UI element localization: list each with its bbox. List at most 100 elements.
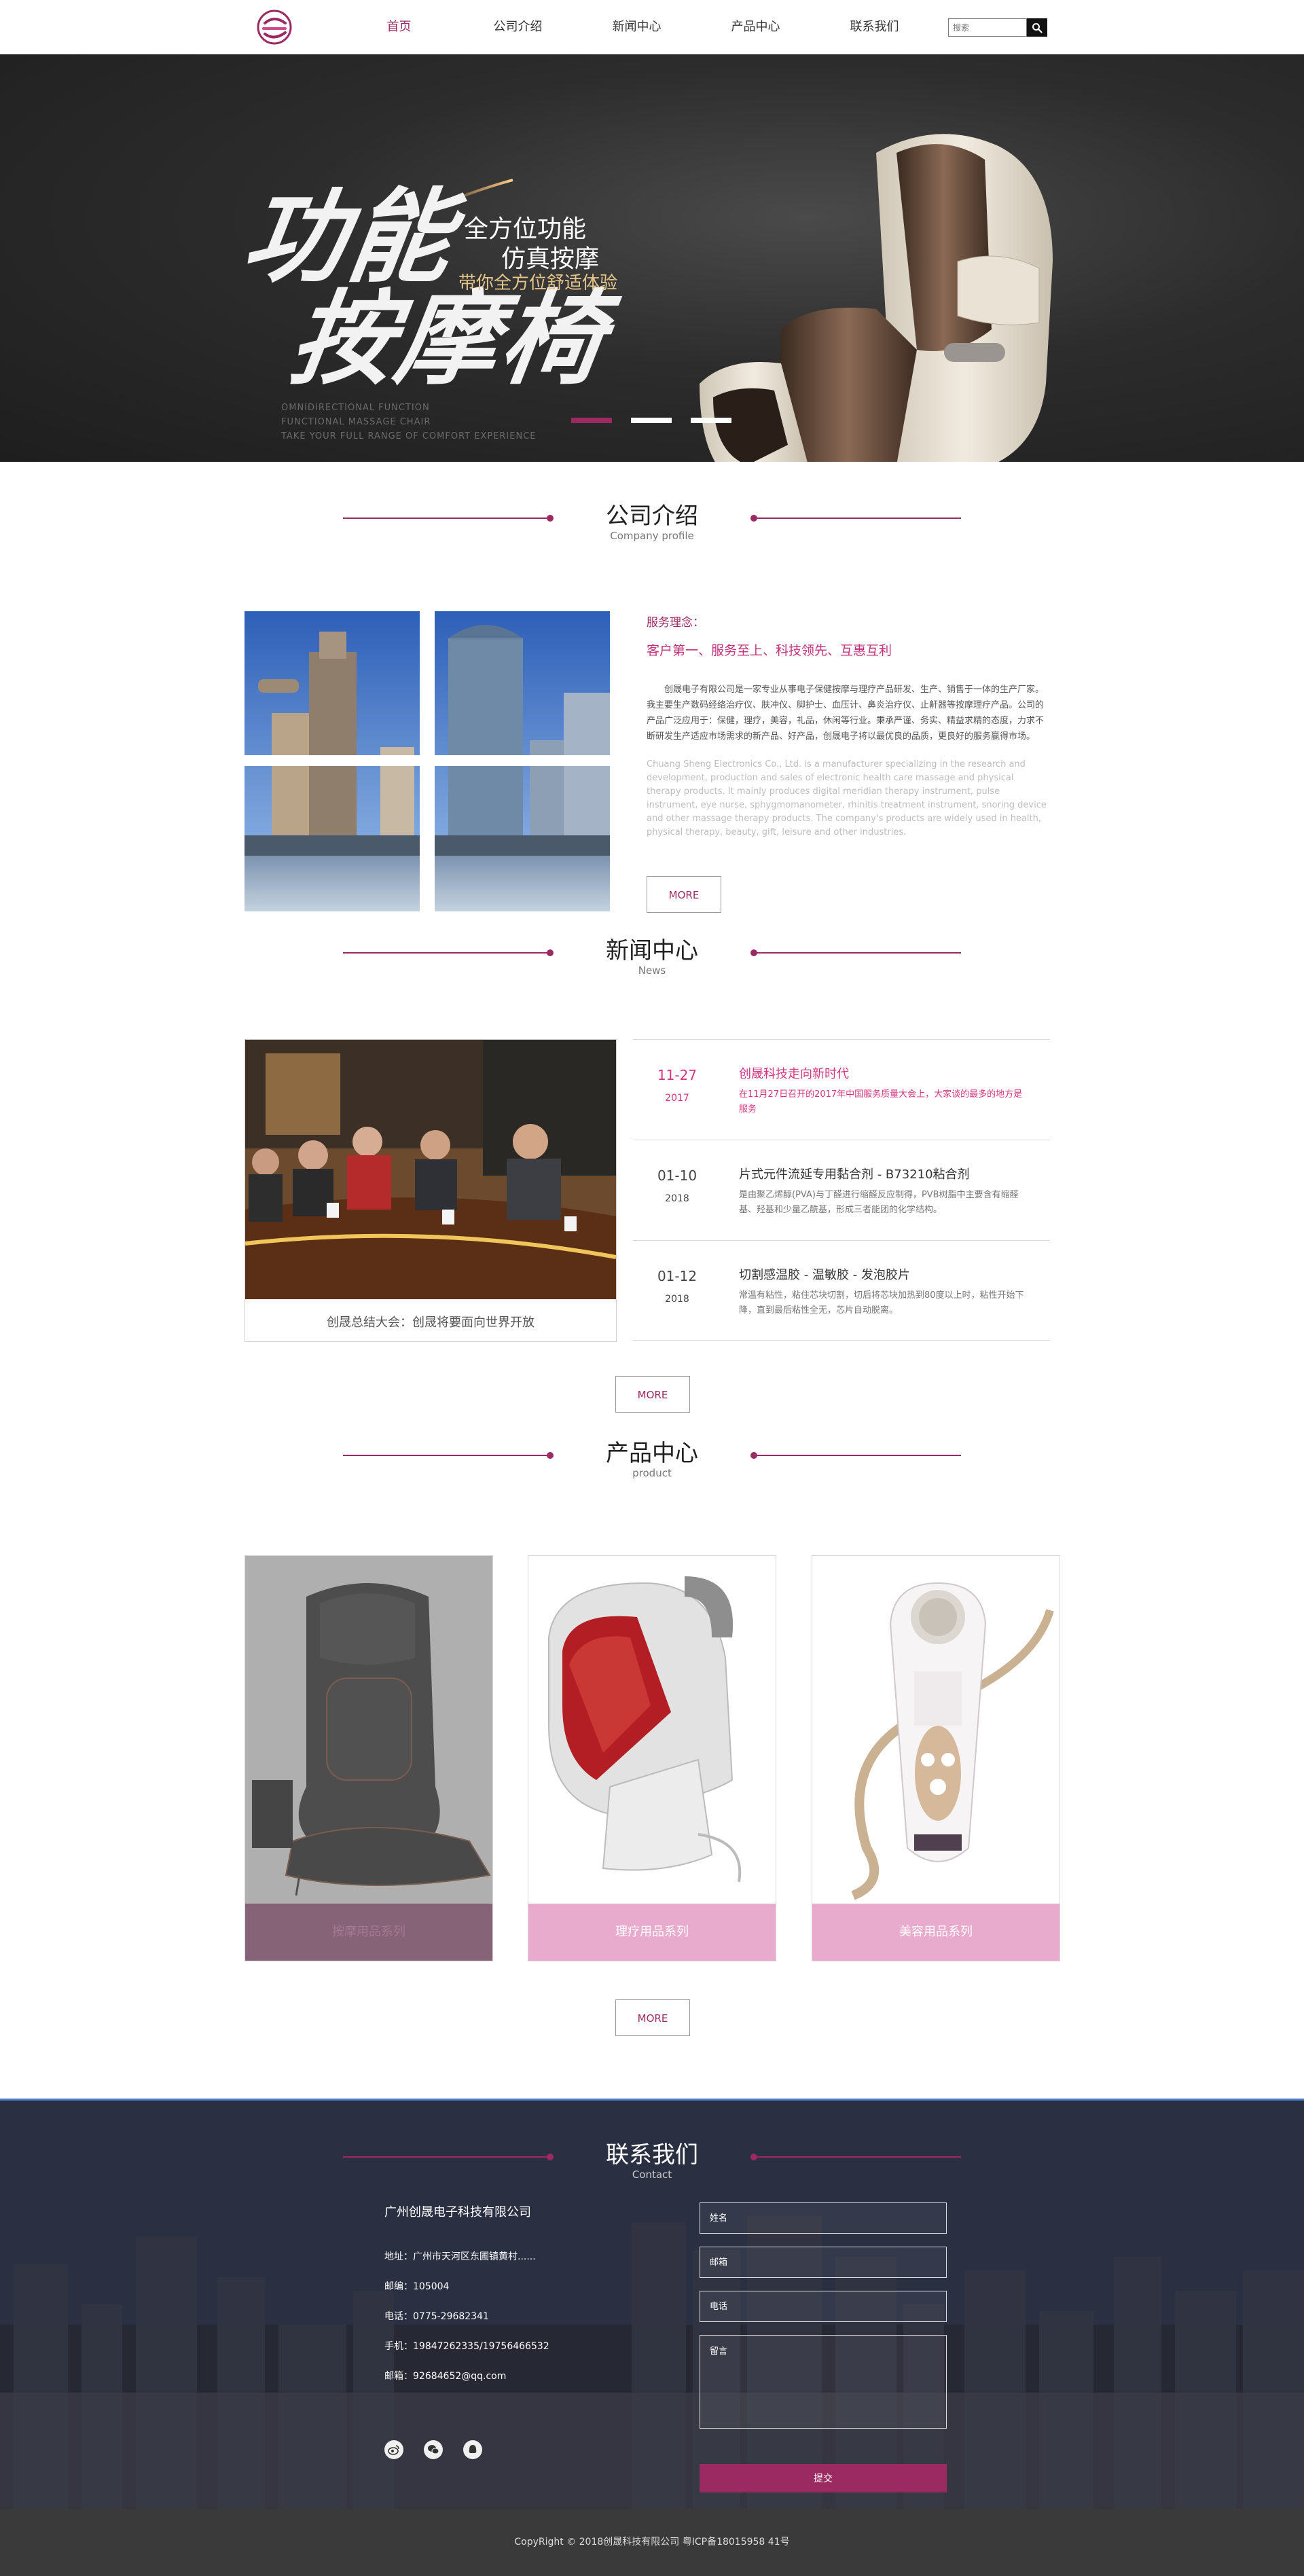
products-subtitle: product [632, 1467, 672, 1479]
contact-title: 联系我们 [606, 2141, 698, 2169]
weibo-icon[interactable] [384, 2440, 403, 2459]
news-description: 常温有粘性，粘住芯块切割，切后将芯块加热到80度以上时，粘性开始下降，直到最后粘… [739, 1290, 1024, 1316]
slide-dot-1[interactable] [571, 418, 612, 423]
product-card-beauty[interactable]: 美容用品系列 [812, 1555, 1060, 1961]
about-description-cn: 创晟电子有限公司是一家专业从事电子保健按摩与理疗产品研发、生产、销售于一体的生产… [647, 685, 1045, 742]
beauty-device-image [812, 1556, 1060, 1905]
about-subtitle: Company profile [610, 530, 694, 542]
heading-dot-right [750, 2154, 757, 2160]
copyright-text: CopyRight © 2018创晟科技有限公司 粤ICP备18015958 4… [514, 2537, 790, 2547]
contact-section: 联系我们 Contact 广州创晟电子科技有限公司 地址：广州市天河区东圃镇黄村… [0, 2099, 1304, 2509]
product-label: 美容用品系列 [812, 1904, 1060, 1961]
message-field[interactable] [700, 2335, 947, 2429]
news-date-year: 2018 [665, 1193, 689, 1204]
products-title: 产品中心 [606, 1440, 698, 1467]
banner-slide-indicators [571, 418, 731, 423]
news-section: 创晟总结大会：创晟将要面向世界开放 11-27 2017 创晟科技走向新时代 在… [0, 978, 1304, 1413]
company-name: 广州创晟电子科技有限公司 [384, 2205, 531, 2219]
product-card-therapy[interactable]: 理疗用品系列 [528, 1555, 776, 1961]
news-item[interactable]: 01-10 2018 片式元件流延专用黏合剂 - B73210粘合剂 是由聚乙烯… [633, 1140, 1050, 1240]
heading-line-right [757, 2156, 961, 2158]
search-button[interactable] [1027, 18, 1047, 37]
wechat-icon[interactable] [424, 2440, 443, 2459]
company-logo[interactable] [257, 10, 292, 45]
contact-mobile: 手机：19847262335/19756466532 [384, 2341, 549, 2352]
news-date-month-day: 01-12 [657, 1268, 698, 1284]
news-section-heading: 新闻中心 News [0, 896, 1304, 978]
contact-address: 地址：广州市天河区东圃镇黄村...... [384, 2251, 536, 2262]
news-title[interactable]: 创晟科技走向新时代 [739, 1064, 1031, 1082]
nav-contact[interactable]: 联系我们 [815, 0, 934, 54]
news-date: 01-10 2018 [633, 1167, 721, 1204]
banner-english-text: OMNIDIRECTIONAL FUNCTION FUNCTIONAL MASS… [281, 401, 537, 443]
contact-postcode: 邮编：105004 [384, 2281, 450, 2292]
heading-line-right [757, 952, 961, 954]
featured-news-card[interactable]: 创晟总结大会：创晟将要面向世界开放 [244, 1039, 617, 1342]
contact-subtitle: Contact [632, 2169, 672, 2181]
contact-section-heading: 联系我们 Contact [0, 2101, 1304, 2181]
product-card-massage[interactable]: 按摩用品系列 [244, 1555, 493, 1961]
featured-news-caption: 创晟总结大会：创晟将要面向世界开放 [327, 1316, 535, 1330]
name-field[interactable] [700, 2202, 947, 2234]
phone-field[interactable] [700, 2291, 947, 2322]
news-body: 片式元件流延专用黏合剂 - B73210粘合剂 是由聚乙烯醇(PVA)与丁醛进行… [739, 1165, 1031, 1218]
search-icon [1032, 22, 1043, 33]
news-date-month-day: 11-27 [657, 1067, 698, 1083]
about-section-heading: 公司介绍 Company profile [0, 462, 1304, 543]
product-label: 理疗用品系列 [528, 1904, 776, 1961]
about-section: 服务理念： 客户第一、服务至上、科技领先、互惠互利 创晟电子有限公司是一家专业从… [0, 543, 1304, 913]
search-input[interactable] [948, 18, 1027, 37]
banner-en-line2: FUNCTIONAL MASSAGE CHAIR [281, 417, 431, 427]
service-motto: 客户第一、服务至上、科技领先、互惠互利 [647, 643, 892, 658]
news-description: 在11月27日召开的2017年中国服务质量大会上，大家谈的最多的地方是服务 [739, 1089, 1023, 1114]
news-date-year: 2018 [665, 1294, 689, 1305]
about-description-en: Chuang Sheng Electronics Co., Ltd. is a … [647, 759, 1047, 837]
heading-line-right [757, 518, 961, 519]
qq-icon[interactable] [463, 2440, 482, 2459]
slide-dot-3[interactable] [691, 418, 731, 423]
submit-button[interactable]: 提交 [700, 2464, 947, 2492]
hero-banner: 功能 按摩椅 全方位功能 仿真按摩 带你全方位舒适体验 OMNIDIRECTIO… [0, 54, 1304, 462]
news-date: 11-27 2017 [633, 1067, 721, 1104]
contact-form: 提交 [700, 2202, 947, 2492]
site-footer: CopyRight © 2018创晟科技有限公司 粤ICP备18015958 4… [0, 2509, 1304, 2576]
news-description: 是由聚乙烯醇(PVA)与丁醛进行缩醛反应制得，PVB树脂中主要含有缩醛基、羟基和… [739, 1190, 1019, 1215]
nav-products[interactable]: 产品中心 [696, 0, 815, 54]
product-label: 按摩用品系列 [245, 1904, 492, 1961]
news-subtitle: News [638, 964, 666, 977]
email-field[interactable] [700, 2247, 947, 2278]
news-item[interactable]: 11-27 2017 创晟科技走向新时代 在11月27日召开的2017年中国服务… [633, 1039, 1050, 1140]
contact-email: 邮箱：92684652@qq.com [384, 2371, 507, 2382]
search-box [948, 18, 1047, 37]
banner-en-line3: TAKE YOUR FULL RANGE OF COMFORT EXPERIEN… [281, 431, 537, 441]
social-links [384, 2440, 482, 2459]
heading-line-right [757, 1455, 961, 1456]
banner-en-line1: OMNIDIRECTIONAL FUNCTION [281, 403, 430, 413]
nav-about[interactable]: 公司介绍 [458, 0, 577, 54]
news-list: 11-27 2017 创晟科技走向新时代 在11月27日召开的2017年中国服务… [633, 1039, 1050, 1341]
meeting-photo [244, 1040, 617, 1299]
about-content: 服务理念： 客户第一、服务至上、科技领先、互惠互利 创晟电子有限公司是一家专业从… [647, 611, 1049, 839]
news-item[interactable]: 01-12 2018 切割感温胶 - 温敏胶 - 发泡胶片 常温有粘性，粘住芯块… [633, 1240, 1050, 1341]
main-nav: 首页 公司介绍 新闻中心 产品中心 联系我们 [340, 0, 934, 54]
news-title[interactable]: 片式元件流延专用黏合剂 - B73210粘合剂 [739, 1165, 1031, 1182]
heading-dot-right [750, 515, 757, 522]
company-buildings-image [244, 611, 610, 911]
news-title[interactable]: 切割感温胶 - 温敏胶 - 发泡胶片 [739, 1265, 1031, 1283]
products-section-heading: 产品中心 product [0, 1399, 1304, 1481]
nav-home[interactable]: 首页 [340, 0, 458, 54]
product-hover-overlay [245, 1556, 492, 1905]
infrared-lamp-image [528, 1556, 776, 1905]
products-more-button[interactable]: MORE [615, 1999, 690, 2036]
slide-dot-2[interactable] [631, 418, 672, 423]
contact-phone: 电话：0775-29682341 [384, 2311, 489, 2322]
banner-subtitle-3: 带你全方位舒适体验 [458, 273, 618, 293]
contact-info: 地址：广州市天河区东圃镇黄村...... 邮编：105004 电话：0775-2… [384, 2242, 549, 2391]
news-body: 创晟科技走向新时代 在11月27日召开的2017年中国服务质量大会上，大家谈的最… [739, 1064, 1031, 1117]
nav-news[interactable]: 新闻中心 [577, 0, 696, 54]
heading-dot-right [750, 949, 757, 956]
heading-dot-right [750, 1452, 757, 1459]
news-title: 新闻中心 [606, 937, 698, 964]
news-body: 切割感温胶 - 温敏胶 - 发泡胶片 常温有粘性，粘住芯块切割，切后将芯块加热到… [739, 1265, 1031, 1318]
products-section: 按摩用品系列 理疗用品系列 美容用品系列 MORE [0, 1481, 1304, 2099]
